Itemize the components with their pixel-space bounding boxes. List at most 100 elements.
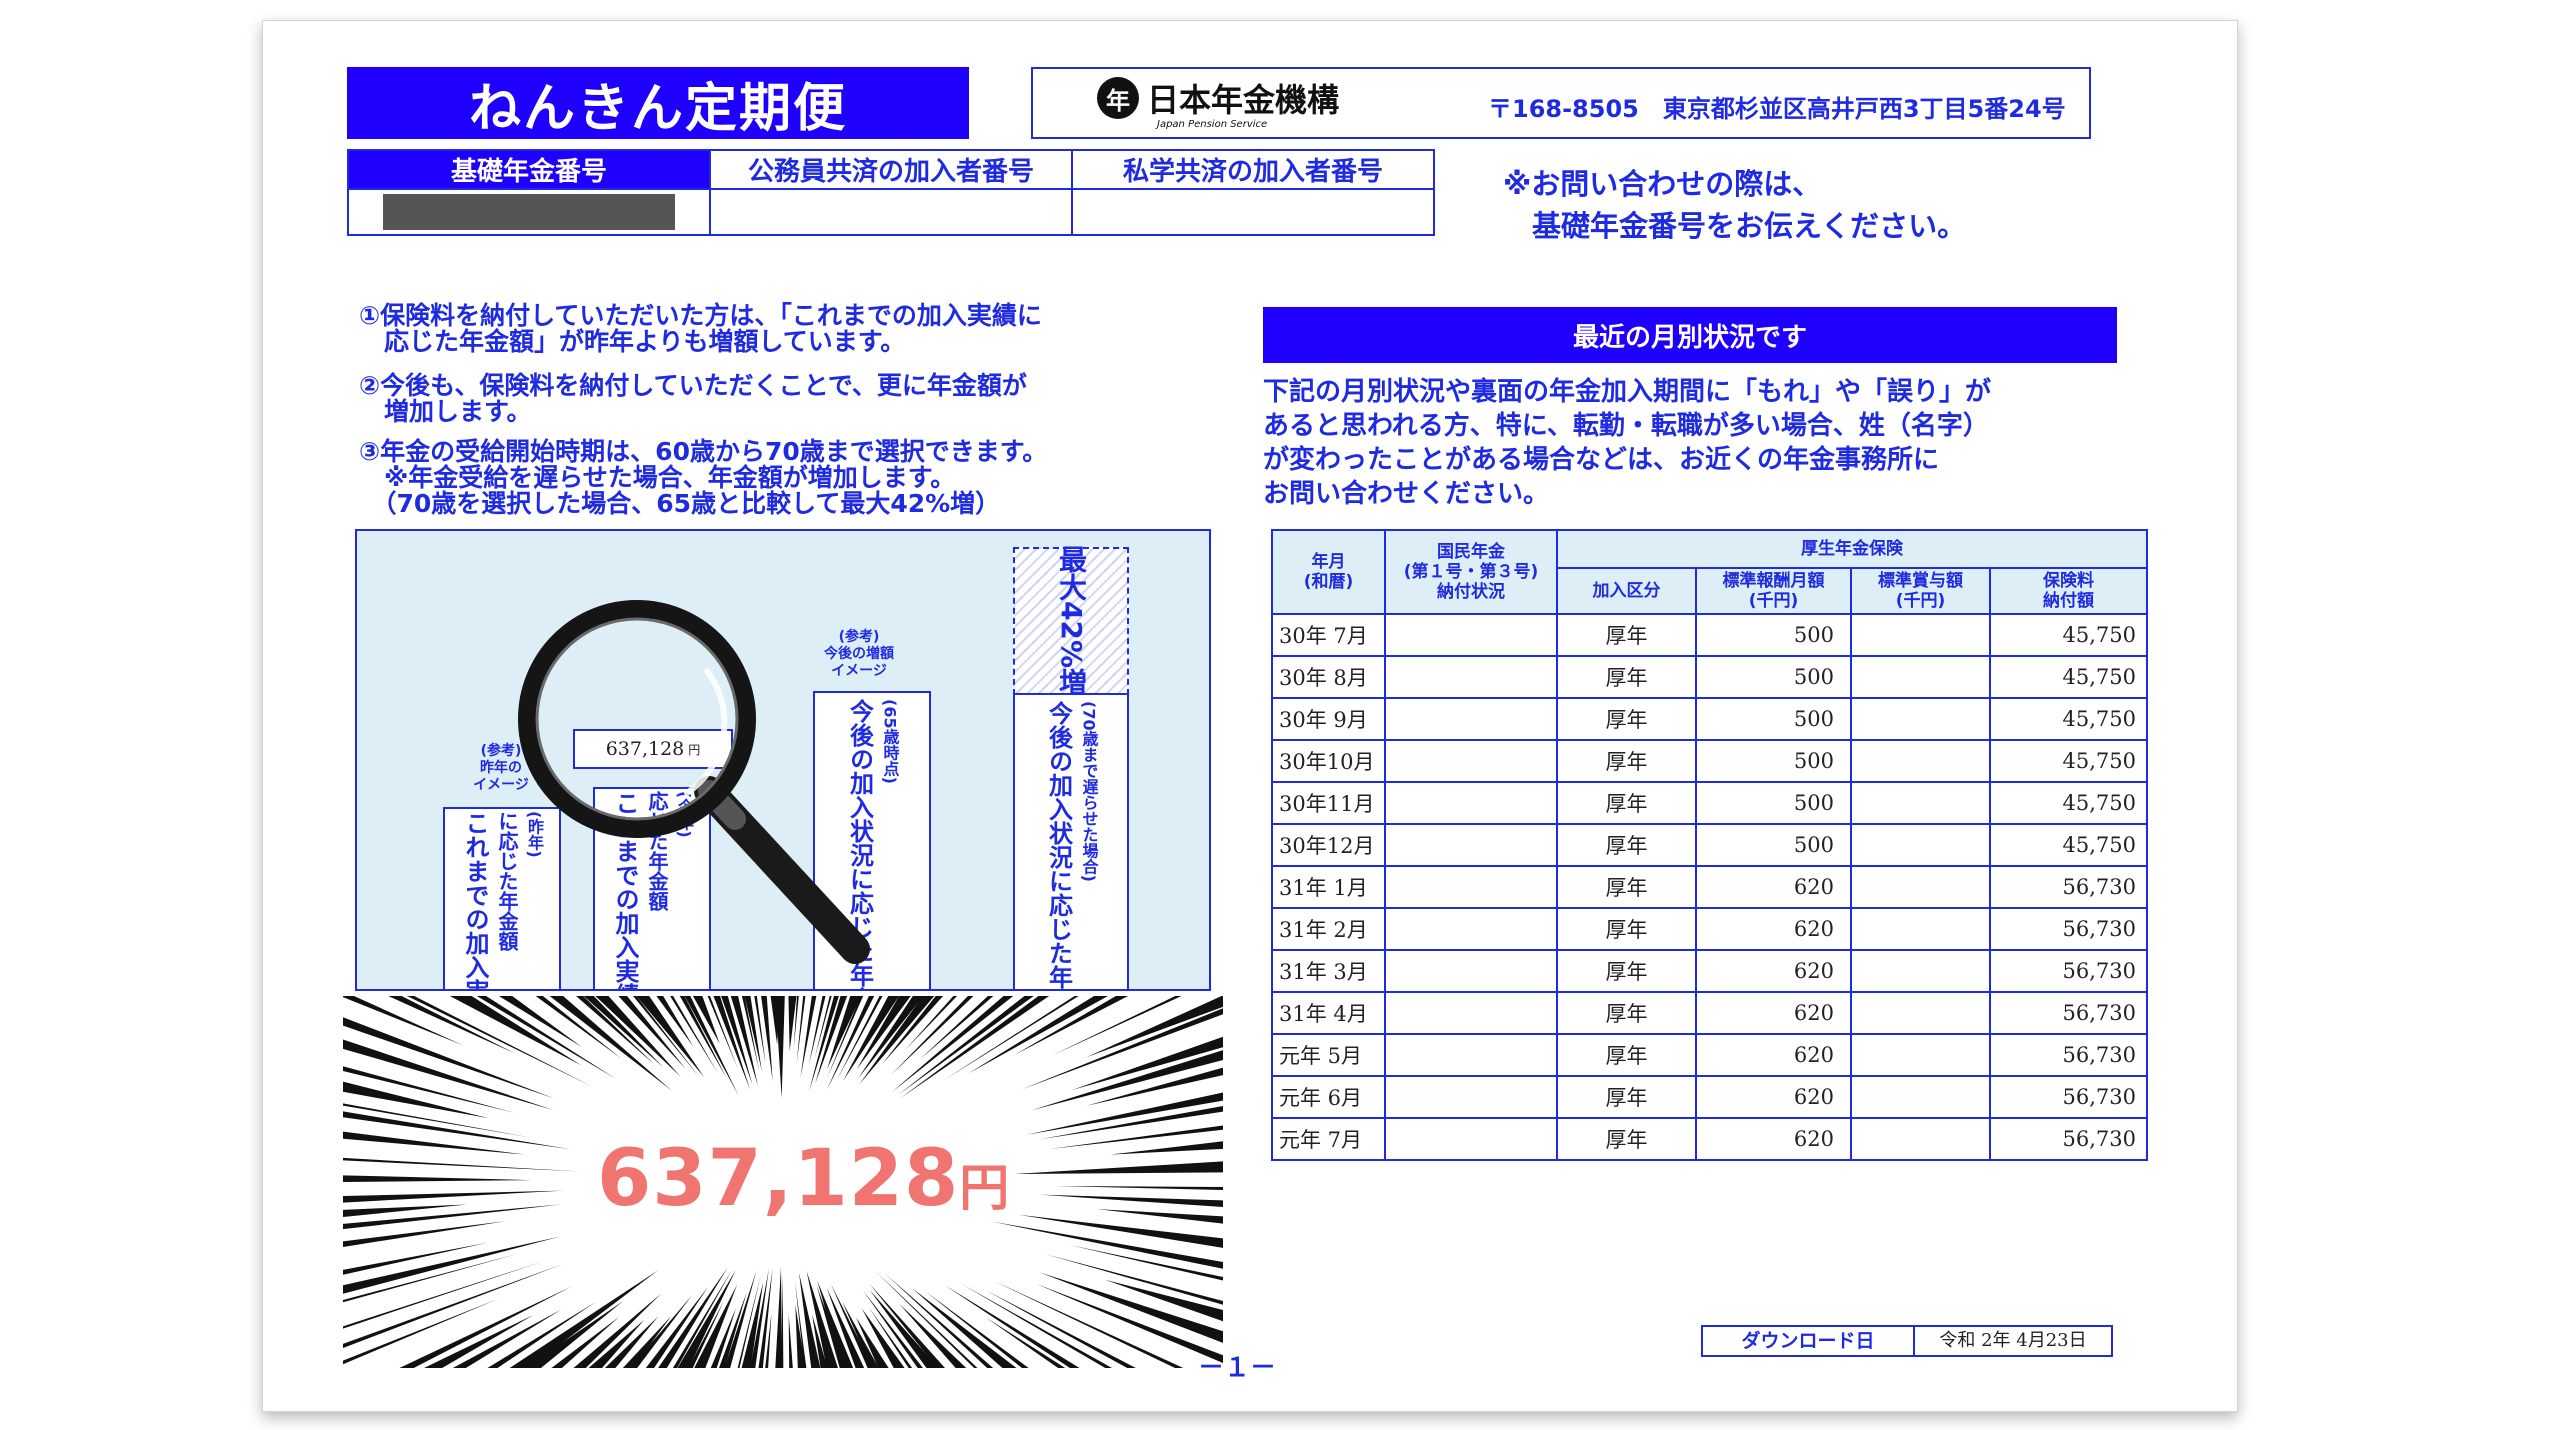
bonus-cell	[1850, 823, 1991, 867]
national-pension-cell	[1384, 739, 1558, 783]
premium-cell: 56,730	[1989, 1117, 2148, 1161]
public-servant-number-value	[709, 188, 1073, 236]
monthly-pay-cell: 620	[1695, 865, 1852, 909]
speed-line	[945, 1285, 1080, 1368]
month-cell: 31年 4月	[1271, 991, 1386, 1035]
page-number: －１－	[1198, 1353, 1277, 1383]
bonus-cell	[1850, 1117, 1991, 1161]
pension-amount-graph: (参考) 昨年の イメージ これまでの加入実績 に応じた年金額 (昨年) 637…	[355, 529, 1211, 991]
note-line: ③年金の受給開始時期は、60歳から70歳まで選択できます。	[359, 437, 1048, 466]
monthly-pay-cell: 500	[1695, 697, 1852, 741]
speed-line	[796, 996, 806, 1064]
table-row: 31年 3月 厚年 620 56,730	[1271, 949, 2148, 993]
document-title: ねんきん定期便	[347, 67, 969, 139]
premium-cell: 56,730	[1989, 907, 2148, 951]
national-pension-cell	[1384, 655, 1558, 699]
speed-line	[1110, 1141, 1223, 1155]
month-cell: 30年11月	[1271, 781, 1386, 825]
header-text: 加入区分	[1592, 581, 1661, 601]
jps-logo-icon: 年	[1097, 77, 1139, 119]
speed-line	[343, 1175, 532, 1183]
col-employees-pension: 厚生年金保険	[1556, 529, 2148, 569]
bonus-cell	[1850, 739, 1991, 783]
bonus-cell	[1850, 655, 1991, 699]
header-text: 納付状況	[1437, 582, 1505, 602]
table-row: 30年10月 厚年 500 45,750	[1271, 739, 2148, 783]
premium-cell: 45,750	[1989, 613, 2148, 657]
national-pension-cell	[1384, 697, 1558, 741]
speed-line	[343, 1039, 555, 1111]
header-text: 年月	[1311, 552, 1346, 572]
national-pension-cell	[1384, 991, 1558, 1035]
download-date: ダウンロード日 令和 2年 4月23日	[1701, 1325, 2113, 1357]
speed-line	[343, 1157, 582, 1172]
magnifier-icon	[518, 600, 870, 964]
enrollment-type-cell: 厚年	[1556, 865, 1697, 909]
header-text: (千円)	[1895, 591, 1946, 611]
enrollment-type-cell: 厚年	[1556, 907, 1697, 951]
premium-cell: 45,750	[1989, 781, 2148, 825]
monthly-pay-cell: 620	[1695, 1117, 1852, 1161]
bonus-cell	[1850, 697, 1991, 741]
month-cell: 30年 9月	[1271, 697, 1386, 741]
bonus-cell	[1850, 613, 1991, 657]
enrollment-type-cell: 厚年	[1556, 781, 1697, 825]
national-pension-cell	[1384, 781, 1558, 825]
bonus-cell	[1850, 1075, 1991, 1119]
premium-cell: 56,730	[1989, 991, 2148, 1035]
month-cell: 31年 1月	[1271, 865, 1386, 909]
table-row: 元年 6月 厚年 620 56,730	[1271, 1075, 2148, 1119]
col-year-month: 年月 (和暦)	[1271, 529, 1386, 615]
note-2: ②今後も、保険料を納付していただくことで、更に年金額が 増加します。	[359, 373, 1027, 425]
organization-header: 年 日本年金機構 Japan Pension Service 〒168-8505…	[1031, 67, 2091, 139]
note-line: 応じた年金額」が昨年よりも増額しています。	[359, 327, 906, 356]
bonus-cell	[1850, 991, 1991, 1035]
enrollment-type-cell: 厚年	[1556, 1117, 1697, 1161]
national-pension-cell	[1384, 865, 1558, 909]
month-cell: 元年 6月	[1271, 1075, 1386, 1119]
national-pension-cell	[1384, 949, 1558, 993]
premium-cell: 56,730	[1989, 1033, 2148, 1077]
table-row: 元年 7月 厚年 620 56,730	[1271, 1117, 2148, 1161]
national-pension-cell	[1384, 907, 1558, 951]
header-text: 標準報酬月額	[1722, 571, 1825, 591]
note-1: ①保険料を納付していただいた方は、「これまでの加入実績に 応じた年金額」が昨年よ…	[359, 303, 1042, 355]
monthly-note-line: 下記の月別状況や裏面の年金加入期間に「もれ」や「誤り」が	[1263, 377, 1992, 407]
enrollment-type-cell: 厚年	[1556, 1075, 1697, 1119]
monthly-pay-cell: 620	[1695, 907, 1852, 951]
table-row: 30年11月 厚年 500 45,750	[1271, 781, 2148, 825]
highlighted-amount-value: 637,128	[597, 1134, 960, 1224]
monthly-status-note: 下記の月別状況や裏面の年金加入期間に「もれ」や「誤り」が あると思われる方、特に…	[1263, 375, 1991, 511]
monthly-pay-cell: 500	[1695, 655, 1852, 699]
speed-line	[343, 1111, 572, 1150]
contact-note-line: 基礎年金番号をお伝えください。	[1503, 209, 1967, 243]
header-text: (第１号・第３号)	[1403, 562, 1539, 582]
speed-line	[926, 1291, 1029, 1368]
premium-cell: 45,750	[1989, 823, 2148, 867]
month-cell: 31年 2月	[1271, 907, 1386, 951]
bonus-cell	[1850, 907, 1991, 951]
national-pension-cell	[1384, 1075, 1558, 1119]
monthly-pay-cell: 500	[1695, 823, 1852, 867]
speed-line	[343, 1190, 564, 1203]
note-line: ※年金受給を遅らせた場合、年金額が増加します。	[359, 463, 956, 492]
basic-pension-number-value	[347, 188, 711, 236]
table-row: 30年12月 厚年 500 45,750	[1271, 823, 2148, 867]
monthly-note-line: お問い合わせください。	[1263, 479, 1550, 509]
premium-cell: 45,750	[1989, 697, 2148, 741]
download-date-label: ダウンロード日	[1703, 1327, 1915, 1355]
table-row: 30年 8月 厚年 500 45,750	[1271, 655, 2148, 699]
table-row: 30年 7月 厚年 500 45,750	[1271, 613, 2148, 657]
enrollment-type-cell: 厚年	[1556, 655, 1697, 699]
header-text: (千円)	[1748, 591, 1799, 611]
speed-line	[788, 996, 797, 1051]
pension-document: ねんきん定期便 年 日本年金機構 Japan Pension Service 〒…	[262, 20, 2238, 1412]
monthly-pay-cell: 620	[1695, 1033, 1852, 1077]
col-national-pension: 国民年金 (第１号・第３号) 納付状況	[1384, 529, 1558, 615]
bonus-cell	[1850, 781, 1991, 825]
table-row: 元年 5月 厚年 620 56,730	[1271, 1033, 2148, 1077]
speed-line	[758, 1268, 773, 1368]
redacted-number	[383, 194, 675, 230]
national-pension-cell	[1384, 1033, 1558, 1077]
organization-name-en: Japan Pension Service	[1157, 119, 1268, 130]
